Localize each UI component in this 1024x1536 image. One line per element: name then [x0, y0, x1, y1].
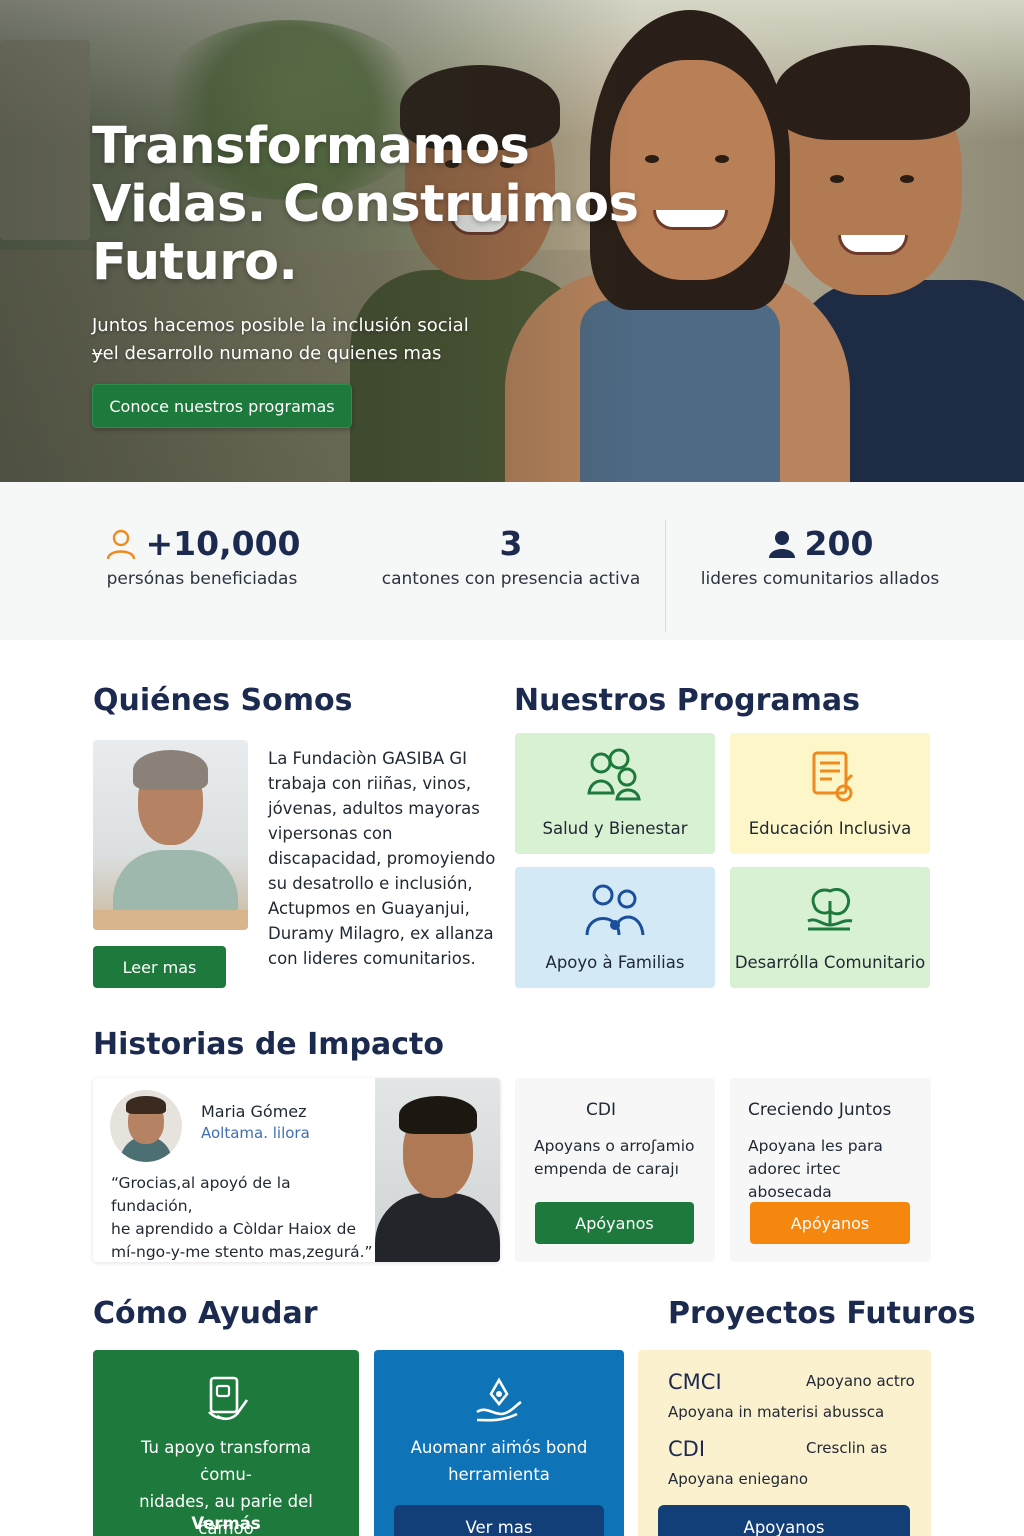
about-text-line: con lideres comunitarios. [268, 949, 476, 968]
hero-banner: Transformamos Vidas. Construimos Futuro.… [0, 0, 1024, 482]
hero-subtitle-line: ɏel desarrollo numano de quienes mas [92, 343, 442, 364]
see-more-button[interactable]: Vermás [93, 1514, 359, 1533]
story-card-cdi: CDI Apoyans o arroʃamio empenda de caraj… [515, 1078, 715, 1262]
future-project-title: CMCI [668, 1370, 722, 1394]
support-button[interactable]: Apóyanos [535, 1202, 694, 1244]
testimonial-role: Aoltama. lilora [201, 1124, 310, 1142]
support-button[interactable]: Apóyanos [750, 1202, 910, 1244]
future-project-desc: Apoyana in materisi abussca [668, 1403, 885, 1421]
about-text-line: Duramy Milagro, ex allanza [268, 924, 494, 943]
about-heading: Quiénes Somos [93, 683, 353, 718]
stat-leaders: 200 lideres comunitarios allados [700, 524, 940, 589]
stat-label: persónas beneficiadas [106, 569, 298, 589]
people-group-icon [587, 748, 641, 801]
avatar [110, 1090, 182, 1162]
about-text-line: jóvenas, adultos mayoras [268, 799, 480, 818]
support-future-button[interactable]: Apoyanos [658, 1505, 910, 1536]
hero-title-line: Vidas. Construimos [92, 175, 639, 234]
stats-divider [665, 520, 666, 632]
stat-beneficiaries: +10,000 persónas beneficiadas [92, 524, 312, 589]
about-photo-woman [93, 740, 248, 930]
see-more-button[interactable]: Ver mas [394, 1505, 604, 1536]
testimonial-quote: “Grocias,al apoyó de la fundación, he ap… [111, 1172, 373, 1262]
about-text: La Fundaciòn GASIBA GI trabaja con riiña… [268, 746, 503, 971]
future-project-tag: Apoyano actro [806, 1372, 915, 1390]
future-project-tag: Cresclin as [806, 1439, 888, 1457]
program-label: Educación Inclusiva [748, 819, 912, 838]
help-heading: Cómo Ayudar [93, 1296, 318, 1331]
hero-title: Transformamos Vidas. Construimos Futuro. [92, 118, 652, 292]
stats-bar: +10,000 persónas beneficiadas 3 cantones… [0, 482, 1024, 640]
read-more-button[interactable]: Leer mas [93, 946, 226, 988]
help-card-volunteer: Auomanr aiṁós bond herramienta Ver mas [374, 1350, 624, 1536]
stat-value: +10,000 [145, 524, 301, 563]
testimonial-photo-young-man [375, 1078, 500, 1262]
programs-cta-button[interactable]: Conoce nuestros programas [92, 384, 352, 428]
about-text-line: La Fundaciòn GASIBA GI [268, 749, 468, 768]
document-edit-icon [812, 751, 854, 802]
help-card-donate: Tu apoyo transforma ċomu- nidades, au pa… [93, 1350, 359, 1536]
stat-label: lideres comunitarios allados [700, 569, 940, 589]
quote-line: he aprendido a Còldar Haiox de [111, 1220, 357, 1238]
hero-subtitle: Juntos hacemos posible la inclusión soci… [92, 312, 512, 368]
quote-line: mí-ngo-y-me stento mas,zegurá.” [111, 1243, 373, 1261]
stat-value: 3 [499, 524, 523, 563]
hero-subtitle-line: Juntos hacemos posible la inclusión soci… [92, 315, 469, 336]
story-card-title: CDI [586, 1100, 616, 1120]
program-label: Salud y Bienestar [542, 819, 688, 838]
testimonial-card: Maria Gómez Aoltama. lilora “Grocias,al … [93, 1078, 500, 1262]
story-card-title: Creciendo Juntos [748, 1100, 892, 1120]
story-card-text: Apoyana les para adorec irtec abosecada [748, 1137, 883, 1201]
person-filled-icon [768, 530, 795, 558]
hand-heart-icon [476, 1377, 522, 1422]
about-text-line: Actupmos en Guayanjui, [268, 899, 470, 918]
program-card-health[interactable]: Salud y Bienestar [515, 733, 715, 854]
about-text-line: discapacidad, promoyiendo [268, 849, 496, 868]
story-card-creciendo: Creciendo Juntos Apoyana les para adorec… [730, 1078, 931, 1262]
tree-hand-icon [807, 888, 853, 931]
future-heading: Proyectos Futuros [668, 1296, 976, 1331]
hero-title-line: Futuro. [92, 233, 298, 292]
testimonial-name: Maria Gómez [201, 1102, 307, 1121]
stat-label: cantones con presencia activa [381, 569, 641, 589]
quote-line: “Grocias,al apoyó de la fundación, [111, 1174, 291, 1215]
stories-heading: Historias de Impacto [93, 1027, 444, 1062]
stat-cantons: 3 cantones con presencia activa [380, 524, 642, 589]
about-text-line: vipersonas con [268, 824, 393, 843]
hero-content: Transformamos Vidas. Construimos Futuro.… [92, 118, 652, 368]
program-label: Apoyo à Familias [545, 953, 685, 972]
programs-heading: Nuestros Programas [514, 683, 860, 718]
future-project-title: CDI [668, 1437, 706, 1461]
program-card-families[interactable]: Apoyo à Familias [515, 867, 715, 988]
person-outline-icon [106, 529, 135, 559]
about-text-line: su desatrollo e inclusión, [268, 874, 473, 893]
hero-title-line: Transformamos [92, 117, 530, 176]
future-projects-card: CMCI Apoyano actro Apoyana in materisi a… [638, 1350, 931, 1536]
program-card-community[interactable]: Desarrólla Comunitario [730, 867, 930, 988]
about-text-line: trabaja con riiñas, vinos, [268, 774, 472, 793]
program-card-education[interactable]: Educación Inclusiva [730, 733, 930, 854]
future-project-desc: Apoyana eniegano [668, 1470, 809, 1488]
stat-value: 200 [804, 524, 874, 563]
story-card-text: Apoyans o arroʃamio empenda de carajı [534, 1137, 695, 1178]
family-icon [585, 884, 645, 936]
program-label: Desarrólla Comunitario [734, 953, 926, 972]
donation-form-icon [208, 1376, 249, 1421]
help-card-text: Auomanr aiṁós bond herramienta [410, 1438, 588, 1484]
